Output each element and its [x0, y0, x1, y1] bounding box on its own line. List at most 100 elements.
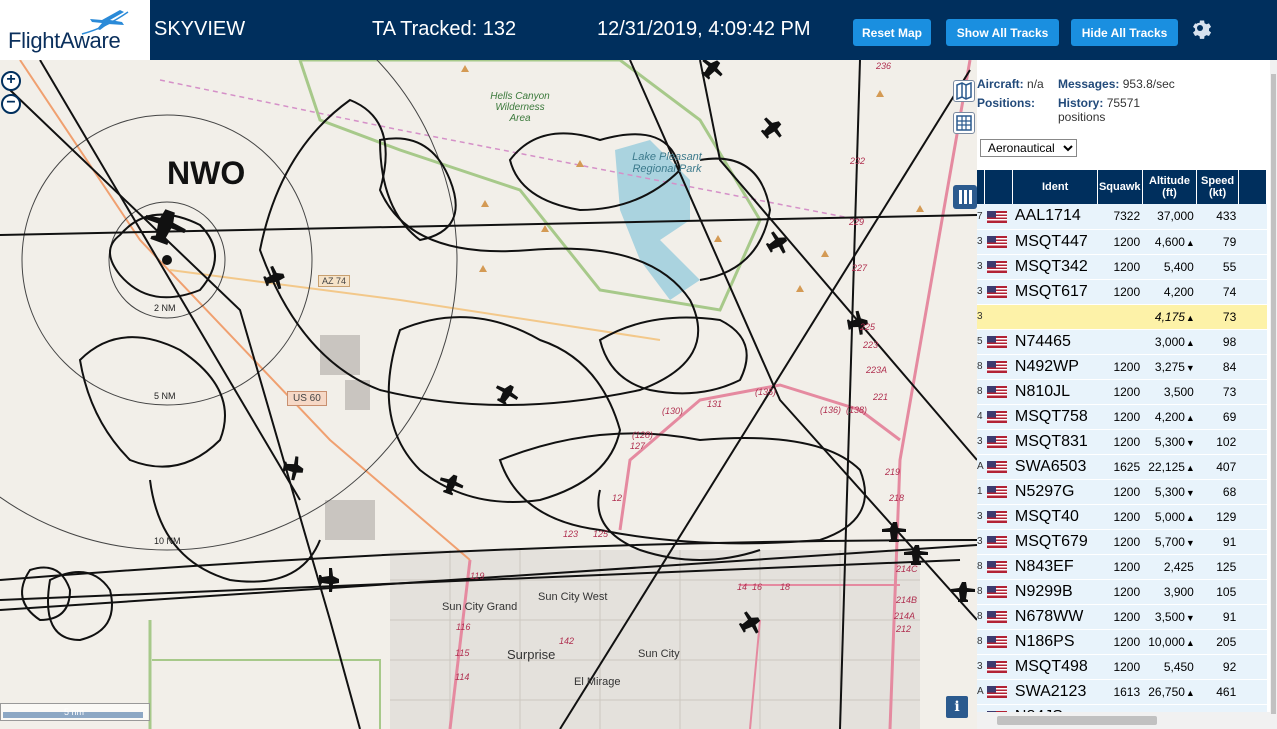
route-label: 232 [850, 156, 866, 166]
table-row[interactable]: 5 N74465 3,000▲ 98 [977, 329, 1267, 355]
scale-bar: 5 nm [0, 703, 150, 721]
table-row[interactable]: 7 AAL1714 7322 37,000 433 [977, 204, 1267, 230]
reset-map-button[interactable]: Reset Map [853, 19, 931, 46]
squawk-cell: 1200 [1097, 229, 1143, 255]
altitude-cell: 5,400 [1142, 254, 1197, 280]
ident-cell: MSQT758 [1012, 404, 1098, 430]
squawk-cell: 1200 [1097, 579, 1143, 605]
plane-logo-icon [81, 10, 129, 35]
row-edge: 3 [977, 429, 985, 455]
route-label: 131 [707, 399, 723, 409]
route-label: 123 [563, 529, 579, 539]
route-label: (130) [662, 406, 684, 416]
table-row[interactable]: 3 MSQT40 1200 5,000▲ 129 [977, 504, 1267, 530]
table-row[interactable]: 3 4,175▲ 73 [977, 304, 1267, 330]
route-label: (138) [846, 405, 868, 415]
speed-cell: 68 [1196, 479, 1239, 505]
us-flag-icon [986, 286, 1007, 299]
info-icon[interactable]: i [946, 696, 968, 718]
us-flag-icon [986, 261, 1007, 274]
squawk-cell: 1200 [1097, 404, 1143, 430]
flag-cell [984, 354, 1013, 380]
table-row[interactable]: A SWA2123 1613 26,750▲ 461 [977, 679, 1267, 705]
flag-cell [984, 454, 1013, 480]
squawk-cell: 1200 [1097, 554, 1143, 580]
squawk-cell: 1200 [1097, 504, 1143, 530]
altitude-cell: 5,300▼ [1142, 479, 1197, 505]
speed-cell: 91 [1196, 529, 1239, 555]
map-view[interactable]: NWO 2 NM 5 NM 10 NM Hells Canyon Wildern… [0, 60, 977, 729]
altitude-cell: 5,450 [1142, 654, 1197, 680]
show-all-tracks-button[interactable]: Show All Tracks [946, 19, 1059, 46]
altitude-cell: 5,300▼ [1142, 429, 1197, 455]
table-row[interactable]: 8 N678WW 1200 3,500▼ 91 [977, 604, 1267, 630]
us-flag-icon [986, 686, 1007, 699]
ident-cell: N843EF [1012, 554, 1098, 580]
flag-cell [984, 429, 1013, 455]
flightaware-logo[interactable]: FlightAware [0, 0, 150, 60]
speed-cell: 79 [1196, 229, 1239, 255]
us-flag-icon [986, 661, 1007, 674]
hide-all-tracks-button[interactable]: Hide All Tracks [1071, 19, 1178, 46]
col-speed[interactable]: Speed (kt) [1196, 170, 1239, 204]
route-label: 214B [896, 595, 918, 605]
map-layer-icon[interactable] [953, 80, 975, 102]
table-row[interactable]: 3 MSQT617 1200 4,200 74 [977, 279, 1267, 305]
grid-icon[interactable] [953, 112, 975, 134]
ident-cell: MSQT617 [1012, 279, 1098, 305]
col-altitude[interactable]: Altitude (ft) [1142, 170, 1198, 204]
altitude-cell: 10,000▲ [1142, 629, 1197, 655]
history-stat: History: 75571 positions [1058, 96, 1141, 124]
flag-cell [984, 254, 1013, 280]
squawk-cell: 1200 [1097, 354, 1143, 380]
table-row[interactable]: 3 MSQT831 1200 5,300▼ 102 [977, 429, 1267, 455]
squawk-cell: 1200 [1097, 279, 1143, 305]
speed-cell: 105 [1196, 579, 1239, 605]
table-row[interactable]: 4 MSQT758 1200 4,200▲ 69 [977, 404, 1267, 430]
speed-cell: 92 [1196, 654, 1239, 680]
table-row[interactable]: 3 MSQT679 1200 5,700▼ 91 [977, 529, 1267, 555]
horizontal-scroll-thumb[interactable] [997, 716, 1157, 725]
layer-select[interactable]: Aeronautical [980, 139, 1077, 157]
route-label: 116 [456, 622, 471, 632]
squawk-cell: 1200 [1097, 654, 1143, 680]
table-row[interactable]: 8 N843EF 1200 2,425 125 [977, 554, 1267, 580]
flag-cell [984, 554, 1013, 580]
us-flag-icon [986, 461, 1007, 474]
us-flag-icon [986, 411, 1007, 424]
table-row[interactable]: 8 N810JL 1200 3,500 73 [977, 379, 1267, 405]
ident-cell: N74465 [1012, 329, 1098, 355]
speed-cell: 102 [1196, 429, 1239, 455]
col-squawk[interactable]: Squawk [1097, 170, 1143, 204]
col-ident[interactable]: Ident [1012, 170, 1098, 204]
vertical-scroll-thumb[interactable] [1271, 74, 1276, 714]
zoom-in-icon[interactable]: + [1, 71, 21, 91]
us-flag-icon [986, 386, 1007, 399]
table-row[interactable]: A SWA6503 1625 22,125▲ 407 [977, 454, 1267, 480]
aircraft-table: Ident Squawk Altitude (ft) Speed (kt) 7 A… [977, 170, 1268, 729]
table-row[interactable]: 3 MSQT498 1200 5,450 92 [977, 654, 1267, 680]
columns-icon[interactable] [953, 185, 977, 209]
positions-stat: Positions: [977, 96, 1036, 110]
ident-cell [1012, 304, 1098, 330]
table-row[interactable]: 3 MSQT342 1200 5,400 55 [977, 254, 1267, 280]
altitude-cell: 3,900 [1142, 579, 1197, 605]
route-label: 212 [896, 624, 912, 634]
skyview-app: FlightAware SKYVIEW TA Tracked: 132 12/3… [0, 0, 1277, 729]
route-label: (135) [755, 387, 777, 397]
table-row[interactable]: 8 N492WP 1200 3,275▼ 84 [977, 354, 1267, 380]
flag-cell [984, 504, 1013, 530]
flag-cell [984, 304, 1013, 330]
table-row[interactable]: 3 MSQT447 1200 4,600▲ 79 [977, 229, 1267, 255]
route-label: 223 [863, 340, 879, 350]
table-row[interactable]: 8 N186PS 1200 10,000▲ 205 [977, 629, 1267, 655]
altitude-cell: 3,275▼ [1142, 354, 1197, 380]
aircraft-rows: 7 AAL1714 7322 37,000 433 3 MSQT447 1200 4,600▲ 7… [977, 204, 1267, 729]
table-row[interactable]: 8 N9299B 1200 3,900 105 [977, 579, 1267, 605]
flag-cell [984, 329, 1013, 355]
table-row[interactable]: 1 N5297G 1200 5,300▼ 68 [977, 479, 1267, 505]
zoom-out-icon[interactable]: − [1, 94, 21, 114]
gear-icon[interactable] [1188, 16, 1212, 40]
us-flag-icon [986, 511, 1007, 524]
us-flag-icon [986, 611, 1007, 624]
